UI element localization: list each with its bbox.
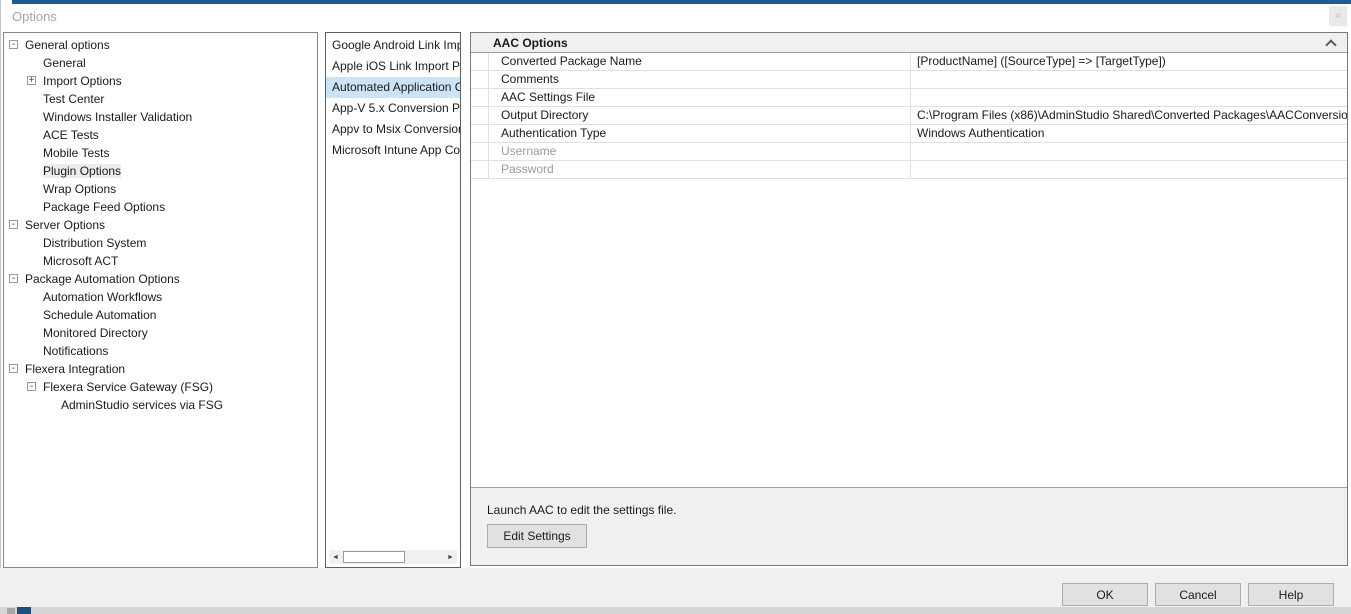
- grid-row-authentication-type[interactable]: Authentication Type Windows Authenticati…: [471, 125, 1347, 143]
- row-gutter: [471, 125, 489, 142]
- dialog-title: Options: [12, 9, 57, 24]
- grid-row-password[interactable]: Password: [471, 161, 1347, 179]
- tree-item-wrap-options[interactable]: Wrap Options: [4, 180, 317, 198]
- row-value-field[interactable]: [911, 71, 1347, 88]
- plugin-item-google-android[interactable]: Google Android Link Imp: [326, 35, 460, 56]
- row-value-field[interactable]: [ProductName] ([SourceType] => [TargetTy…: [911, 53, 1347, 70]
- tree-item-mobile-tests[interactable]: Mobile Tests: [4, 144, 317, 162]
- options-dialog: Options × -General options General +Impo…: [0, 0, 1351, 614]
- ok-button[interactable]: OK: [1062, 583, 1148, 606]
- bottom-gray-tile: [7, 608, 15, 614]
- grid-row-converted-package-name[interactable]: Converted Package Name [ProductName] ([S…: [471, 53, 1347, 71]
- edit-settings-button[interactable]: Edit Settings: [487, 524, 587, 548]
- options-tree: -General options General +Import Options…: [3, 32, 318, 568]
- cancel-button[interactable]: Cancel: [1155, 583, 1241, 606]
- tree-item-microsoft-act[interactable]: Microsoft ACT: [4, 252, 317, 270]
- dialog-footer: [0, 568, 1351, 607]
- collapse-box-icon[interactable]: -: [9, 274, 18, 283]
- plugin-list: Google Android Link Imp Apple iOS Link I…: [325, 32, 461, 568]
- tree-item-general-options[interactable]: -General options: [4, 36, 317, 54]
- collapse-box-icon[interactable]: -: [9, 220, 18, 229]
- row-value-field: [911, 161, 1347, 178]
- plugin-item-appv-5x[interactable]: App-V 5.x Conversion Plu: [326, 98, 460, 119]
- row-value-field: [911, 143, 1347, 160]
- aac-options-title: AAC Options: [493, 36, 568, 50]
- tree-item-import-options[interactable]: +Import Options: [4, 72, 317, 90]
- scrollbar-thumb[interactable]: [343, 551, 405, 563]
- expand-box-icon[interactable]: +: [27, 76, 36, 85]
- tree-item-notifications[interactable]: Notifications: [4, 342, 317, 360]
- chevron-up-icon[interactable]: [1325, 39, 1336, 50]
- row-gutter: [471, 161, 489, 178]
- plugin-item-microsoft-intune[interactable]: Microsoft Intune App Co: [326, 140, 460, 161]
- tree-item-flexera-integration[interactable]: -Flexera Integration: [4, 360, 317, 378]
- bottom-edge-strip: [0, 607, 1351, 614]
- tree-item-general[interactable]: General: [4, 54, 317, 72]
- tree-item-distribution-system[interactable]: Distribution System: [4, 234, 317, 252]
- row-value-field[interactable]: [911, 89, 1347, 106]
- tree-item-package-feed-options[interactable]: Package Feed Options: [4, 198, 317, 216]
- tree-item-schedule-automation[interactable]: Schedule Automation: [4, 306, 317, 324]
- bottom-blue-tile: [17, 607, 31, 614]
- help-button[interactable]: Help: [1248, 583, 1334, 606]
- tree-item-plugin-options[interactable]: Plugin Options: [4, 162, 317, 180]
- grid-row-comments[interactable]: Comments: [471, 71, 1347, 89]
- scroll-right-icon[interactable]: ►: [444, 551, 457, 564]
- tree-item-flexera-service-gateway[interactable]: -Flexera Service Gateway (FSG): [4, 378, 317, 396]
- grid-row-output-directory[interactable]: Output Directory C:\Program Files (x86)\…: [471, 107, 1347, 125]
- launch-aac-note: Launch AAC to edit the settings file.: [487, 503, 1347, 517]
- launch-aac-section: Launch AAC to edit the settings file. Ed…: [471, 487, 1347, 565]
- plugin-item-appv-to-msix[interactable]: Appv to Msix Conversion: [326, 119, 460, 140]
- collapse-box-icon[interactable]: -: [9, 40, 18, 49]
- plugin-item-automated-application-conversion[interactable]: Automated Application C: [326, 77, 460, 98]
- row-gutter: [471, 89, 489, 106]
- tree-item-windows-installer-validation[interactable]: Windows Installer Validation: [4, 108, 317, 126]
- tree-item-adminstudio-services-via-fsg[interactable]: AdminStudio services via FSG: [4, 396, 317, 414]
- scroll-left-icon[interactable]: ◄: [329, 551, 342, 564]
- row-gutter: [471, 107, 489, 124]
- row-gutter: [471, 143, 489, 160]
- collapse-box-icon[interactable]: -: [9, 364, 18, 373]
- aac-options-panel: AAC Options Converted Package Name [Prod…: [470, 32, 1348, 566]
- tree-item-automation-workflows[interactable]: Automation Workflows: [4, 288, 317, 306]
- plugin-item-apple-ios[interactable]: Apple iOS Link Import Plu: [326, 56, 460, 77]
- grid-row-aac-settings-file[interactable]: AAC Settings File: [471, 89, 1347, 107]
- collapse-box-icon[interactable]: -: [27, 382, 36, 391]
- tree-item-test-center[interactable]: Test Center: [4, 90, 317, 108]
- tree-item-ace-tests[interactable]: ACE Tests: [4, 126, 317, 144]
- window-left-edge: [0, 0, 1, 608]
- tree-item-monitored-directory[interactable]: Monitored Directory: [4, 324, 317, 342]
- row-gutter: [471, 71, 489, 88]
- grid-row-username[interactable]: Username: [471, 143, 1347, 161]
- close-icon[interactable]: ×: [1329, 6, 1347, 26]
- row-value-field[interactable]: Windows Authentication: [911, 125, 1347, 142]
- aac-options-header[interactable]: AAC Options: [471, 33, 1347, 53]
- tree-item-package-automation-options[interactable]: -Package Automation Options: [4, 270, 317, 288]
- horizontal-scrollbar[interactable]: ◄ ►: [329, 550, 457, 564]
- row-value-field[interactable]: C:\Program Files (x86)\AdminStudio Share…: [911, 107, 1347, 124]
- tree-item-server-options[interactable]: -Server Options: [4, 216, 317, 234]
- accent-top-line: [12, 0, 1351, 4]
- row-gutter: [471, 53, 489, 70]
